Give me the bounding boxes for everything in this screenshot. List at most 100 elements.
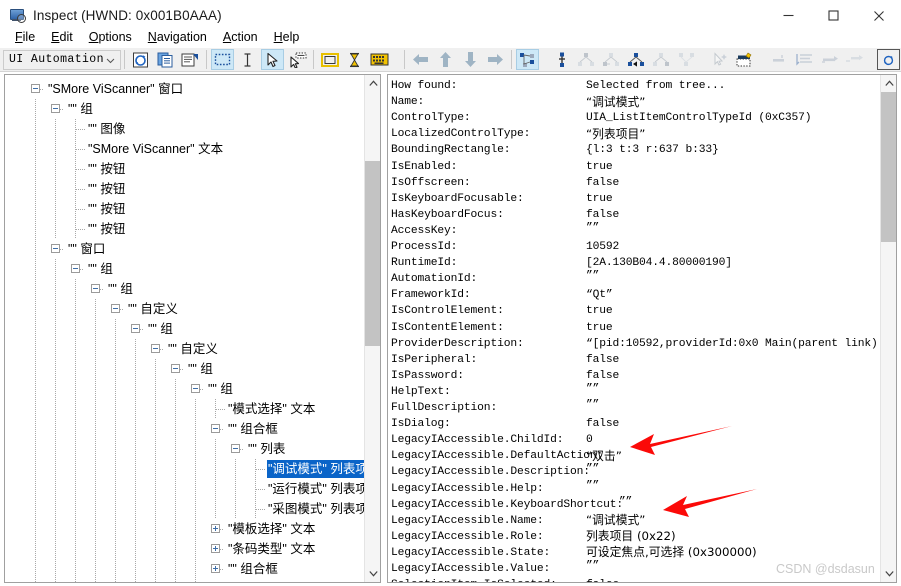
property-row[interactable]: LegacyIAccessible.Role: 列表项目 (0x22) — [388, 529, 881, 545]
tree-item[interactable]: "" 列表 — [5, 439, 365, 459]
tree-view-button[interactable] — [516, 49, 539, 70]
property-row[interactable]: FrameworkId: “Qt” — [388, 287, 881, 303]
property-row[interactable]: ProcessId: 10592 — [388, 239, 881, 255]
keyboard-button[interactable] — [368, 49, 391, 70]
tree-collapse-icon[interactable] — [211, 424, 220, 433]
nav-forward-button[interactable] — [484, 49, 507, 70]
copy-button[interactable] — [154, 49, 177, 70]
property-row[interactable]: ControlType: UIA_ListItemControlTypeId (0… — [388, 110, 881, 126]
highlight-toggle-button[interactable] — [734, 49, 757, 70]
node-child-button[interactable] — [675, 49, 698, 70]
property-row[interactable]: IsDialog: false — [388, 416, 881, 432]
watch-cursor-button[interactable] — [261, 49, 284, 70]
menu-help[interactable]: Help — [266, 29, 308, 45]
node-parent-button[interactable] — [575, 49, 598, 70]
nav-back-button[interactable] — [409, 49, 432, 70]
property-row[interactable]: LegacyIAccessible.Description:”” — [388, 463, 881, 480]
tree-item[interactable]: "" 组合框 — [5, 419, 365, 439]
tree-collapse-icon[interactable] — [71, 264, 80, 273]
tree-item[interactable]: "" 自定义 — [5, 339, 365, 359]
properties-scroll-thumb[interactable] — [881, 92, 896, 242]
watch-tooltip-button[interactable] — [286, 49, 309, 70]
properties-list[interactable]: How found: Selected from tree... Name: “调试模… — [388, 75, 881, 582]
property-row[interactable]: IsPeripheral: false — [388, 352, 881, 368]
menu-navigation[interactable]: Navigation — [140, 29, 215, 45]
tree-item[interactable]: "" 组合框 — [5, 559, 365, 579]
node-root-button[interactable] — [550, 49, 573, 70]
tree-item[interactable]: "SMore ViScanner" 窗口 — [5, 79, 365, 99]
property-row[interactable]: Name: “调试模式” — [388, 94, 881, 110]
property-row[interactable]: LegacyIAccessible.ChildId: 0 — [388, 432, 881, 448]
node-next-sibling-button[interactable] — [650, 49, 673, 70]
menu-options[interactable]: Options — [81, 29, 140, 45]
tree-item[interactable]: "" 组 — [5, 379, 365, 399]
tree-item[interactable]: "采图模式" 列表项目 — [5, 499, 365, 519]
menu-edit[interactable]: Edit — [43, 29, 81, 45]
refresh-button[interactable] — [129, 49, 152, 70]
hourglass-button[interactable] — [343, 49, 366, 70]
property-row[interactable]: BoundingRectangle: {l:3 t:3 r:637 b:33} — [388, 142, 881, 158]
property-row[interactable]: LocalizedControlType: “列表项目” — [388, 126, 881, 142]
tree-item[interactable]: "" 按钮 — [5, 159, 365, 179]
property-row[interactable]: IsControlElement: true — [388, 303, 881, 319]
dock-right-button[interactable] — [818, 49, 841, 70]
property-row[interactable]: LegacyIAccessible.Name: “调试模式” — [388, 513, 881, 529]
tree-scroll-up-icon[interactable] — [365, 75, 380, 92]
property-row[interactable]: LegacyIAccessible.KeyboardShortcut:”” — [388, 496, 881, 513]
tree-item[interactable]: "运行模式" 列表项目 — [5, 479, 365, 499]
tree-item[interactable]: "" 按钮 — [5, 219, 365, 239]
property-row[interactable]: FullDescription: ”” — [388, 399, 881, 416]
dock-left-button[interactable] — [768, 49, 791, 70]
highlight-rect-button[interactable] — [318, 49, 341, 70]
properties-scroll-down-icon[interactable] — [881, 565, 896, 582]
tree-scroll-down-icon[interactable] — [365, 565, 380, 582]
nav-down-button[interactable] — [459, 49, 482, 70]
property-row[interactable]: HasKeyboardFocus: false — [388, 207, 881, 223]
tree-item[interactable]: "" 组 — [5, 259, 365, 279]
tree-collapse-icon[interactable] — [131, 324, 140, 333]
property-row[interactable]: IsKeyboardFocusable: true — [388, 191, 881, 207]
tree-item[interactable]: "条码类型" 文本 — [5, 539, 365, 559]
dock-far-button[interactable] — [843, 49, 866, 70]
property-row[interactable]: HelpText: ”” — [388, 383, 881, 400]
tree-expand-icon[interactable] — [211, 544, 220, 553]
nav-up-button[interactable] — [434, 49, 457, 70]
tree-expand-icon[interactable] — [211, 564, 220, 573]
property-row[interactable]: LegacyIAccessible.DefaultAction: “双击” — [388, 448, 881, 464]
tree-item[interactable]: "" 组 — [5, 319, 365, 339]
property-row[interactable]: IsPassword: false — [388, 368, 881, 384]
tree-item[interactable]: "" 按钮 — [5, 199, 365, 219]
tree-collapse-icon[interactable] — [151, 344, 160, 353]
tree-scroll-thumb[interactable] — [365, 161, 380, 346]
tree-view[interactable]: "SMore ViScanner" 窗口 "" 组 "" 图像 "SMore ViSc… — [5, 75, 365, 582]
property-row[interactable]: LegacyIAccessible.Help: ”” — [388, 480, 881, 497]
property-row[interactable]: IsContentElement: true — [388, 320, 881, 336]
tree-collapse-icon[interactable] — [51, 244, 60, 253]
properties-scroll-up-icon[interactable] — [881, 75, 896, 92]
tree-collapse-icon[interactable] — [91, 284, 100, 293]
tree-item[interactable]: "" 组 — [5, 359, 365, 379]
refresh-tree-button[interactable] — [877, 49, 900, 70]
property-row[interactable]: AutomationId: ”” — [388, 270, 881, 287]
tree-expand-icon[interactable] — [211, 524, 220, 533]
tree-collapse-icon[interactable] — [111, 304, 120, 313]
tree-collapse-icon[interactable] — [171, 364, 180, 373]
property-row[interactable]: AccessKey: ”” — [388, 222, 881, 239]
tree-item-selected[interactable]: "调试模式" 列表项目 — [5, 459, 365, 479]
tree-collapse-icon[interactable] — [191, 384, 200, 393]
property-row[interactable]: IsOffscreen: false — [388, 175, 881, 191]
property-row[interactable]: How found: Selected from tree... — [388, 78, 881, 94]
tree-item[interactable]: "" 按钮 — [5, 179, 365, 199]
properties-vertical-scrollbar[interactable] — [880, 75, 896, 582]
tree-item[interactable]: "" 图像 — [5, 119, 365, 139]
property-row[interactable]: ProviderDescription: “[pid:10592,provider… — [388, 336, 881, 352]
property-row[interactable]: IsEnabled: true — [388, 159, 881, 175]
tree-item[interactable]: "" 自定义 — [5, 299, 365, 319]
menu-action[interactable]: Action — [215, 29, 266, 45]
menu-file[interactable]: File — [7, 29, 43, 45]
property-row[interactable]: SelectionItem.IsSelected: false — [388, 577, 881, 582]
tree-item[interactable]: "SMore ViScanner" 文本 — [5, 139, 365, 159]
tree-vertical-scrollbar[interactable] — [364, 75, 380, 582]
property-row[interactable]: RuntimeId: [2A.130B04.4.80000190] — [388, 255, 881, 271]
dock-list-button[interactable] — [793, 49, 816, 70]
